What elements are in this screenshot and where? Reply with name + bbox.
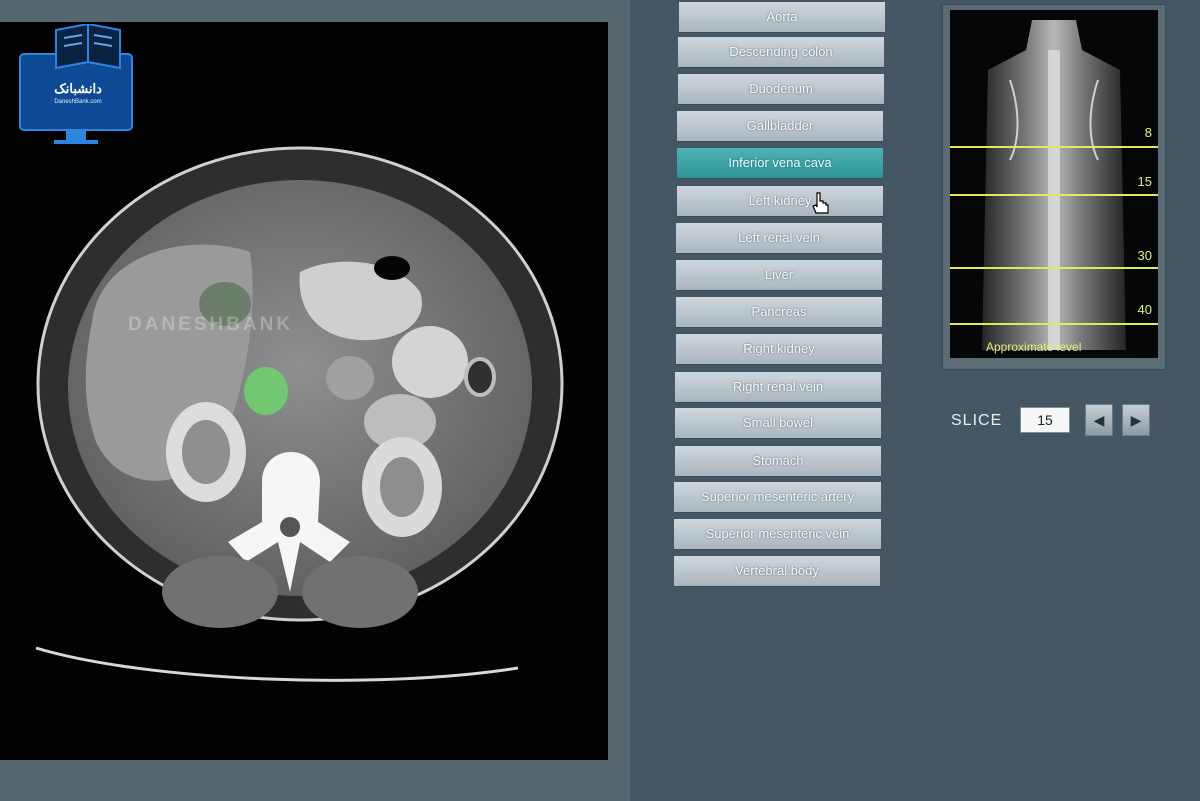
scout-caption: Approximate level	[986, 340, 1082, 354]
structure-button-superior-mesenteric-artery[interactable]: Superior mesenteric artery	[674, 482, 881, 512]
structure-button-inferior-vena-cava[interactable]: Inferior vena cava	[677, 148, 883, 178]
slice-level-label: 8	[1144, 125, 1152, 140]
arrow-left-icon: ◀	[1093, 412, 1105, 428]
structure-button-vertebral-body[interactable]: Vertebral body	[674, 556, 880, 586]
slice-label: SLICE	[951, 412, 1003, 429]
slice-number-input[interactable]	[1020, 407, 1070, 433]
scout-xray-image	[982, 20, 1126, 350]
slice-level-label: 40	[1137, 302, 1152, 317]
next-slice-button[interactable]: ▶	[1122, 404, 1150, 436]
structure-button-superior-mesenteric-vein[interactable]: Superior mesenteric vein	[674, 519, 881, 549]
slice-level-line	[950, 194, 1158, 196]
structure-button-gallbladder[interactable]: Gallbladder	[677, 111, 883, 141]
hand-cursor-icon	[812, 192, 829, 214]
structure-button-right-renal-vein[interactable]: Right renal vein	[675, 372, 881, 402]
arrow-right-icon: ▶	[1130, 412, 1142, 428]
slice-level-line	[950, 267, 1158, 269]
structure-button-descending-colon[interactable]: Descending colon	[678, 37, 884, 67]
watermark-text: DANESHBANK	[128, 314, 294, 335]
logo-text-en: DaneshBank.com	[54, 99, 102, 105]
structure-button-small-bowel[interactable]: Small bowel	[675, 408, 881, 438]
structure-button-left-kidney[interactable]: Left kidney	[677, 186, 883, 216]
slice-level-line	[950, 146, 1158, 148]
slice-level-line	[950, 323, 1158, 325]
structure-button-stomach[interactable]: Stomach	[675, 446, 881, 476]
structure-button-aorta[interactable]: Aorta	[679, 2, 885, 32]
structure-button-left-renal-vein[interactable]: Left renal vein	[676, 223, 882, 253]
slice-level-label: 30	[1137, 248, 1152, 263]
structure-button-pancreas[interactable]: Pancreas	[676, 297, 882, 327]
structure-button-duodenum[interactable]: Duodenum	[678, 74, 884, 104]
image-panel: DANESHBANK دانشبانک DaneshBank.com	[0, 0, 630, 801]
structure-button-liver[interactable]: Liver	[676, 260, 882, 290]
logo-text-fa: دانشبانک	[54, 81, 102, 96]
structure-button-right-kidney[interactable]: Right kidney	[676, 334, 882, 364]
previous-slice-button[interactable]: ◀	[1085, 404, 1113, 436]
slice-level-label: 15	[1137, 174, 1152, 189]
scout-image: 8 15 30 40 Approximate level	[950, 10, 1158, 358]
